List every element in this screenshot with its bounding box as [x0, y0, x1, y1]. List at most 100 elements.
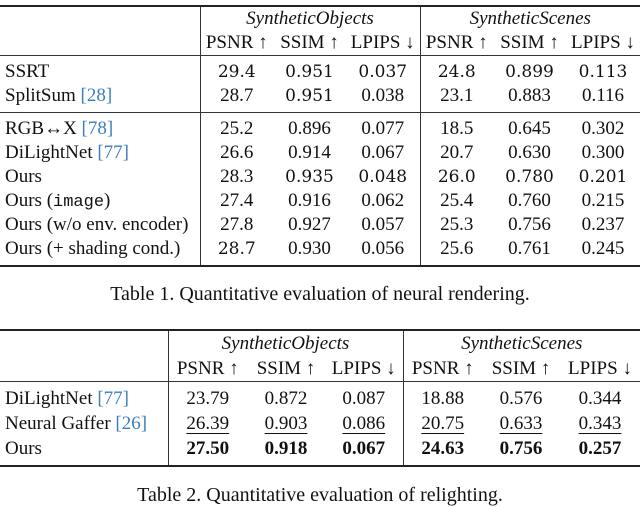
method-label: Neural Gaffer [5, 412, 116, 434]
metric-value: 0.761 [508, 238, 551, 259]
metric-value: 0.883 [508, 85, 551, 106]
metric-lpips: LPIPS ↓ [568, 357, 632, 379]
metric-value-text: 0.257 [578, 437, 622, 459]
method-name: SplitSum [28] [0, 84, 200, 108]
metric-value-text: 0.576 [499, 387, 543, 409]
metric-value: 0.760 [508, 190, 551, 211]
metric-value-text: 0.633 [499, 412, 543, 434]
metric-ssim: SSIM ↑ [280, 32, 339, 53]
metric-value-text: 18.88 [421, 387, 465, 409]
method-label: Ours (+ shading cond.) [5, 238, 181, 259]
table-row: Neural Gaffer [26] 26.39 0.903 0.086 20.75 0.… [0, 411, 640, 436]
metric-value: 0.067 [361, 142, 405, 163]
metric-value-text: 20.75 [421, 412, 465, 434]
method-name: DiLightNet [77] [0, 141, 200, 165]
metric-value: 0.237 [581, 214, 625, 235]
method-label: SplitSum [5, 85, 81, 106]
method-name: DiLightNet [77] [0, 386, 168, 411]
metric-value: 0.245 [581, 238, 625, 259]
metric-value-text: 0.872 [264, 387, 308, 409]
metric-value: 18.5 [419, 117, 493, 141]
group-synthetic-objects: SyntheticObjects [199, 6, 420, 31]
table-2-caption: Table 2. Quantitative evaluation of reli… [137, 484, 503, 506]
citation-link: [77] [97, 387, 130, 409]
metric-value: 0.113 [578, 62, 628, 82]
metric-value: 23.1 [419, 84, 493, 108]
method-variant-code: image [53, 193, 105, 212]
citation-link: [26] [115, 412, 148, 434]
metric-psnr: PSNR ↑ [167, 356, 247, 382]
method-label: DiLightNet [5, 387, 98, 409]
metric-value: 20.7 [419, 141, 493, 165]
method-name: Ours (+ shading cond.) [0, 237, 200, 261]
metric-value-text: 0.903 [264, 412, 308, 434]
table-row: DiLightNet [77] 23.79 0.872 0.087 18.88 0.576… [0, 386, 640, 411]
metric-value: 0.756 [482, 436, 560, 461]
metric-value: 0.067 [325, 436, 403, 461]
metric-value: 25.6 [419, 237, 493, 261]
metric-value: 0.630 [508, 142, 551, 163]
table-row: Ours (+ shading cond.) 28.7 0.930 0.056 25.6… [0, 237, 640, 261]
method-label: SSRT [5, 61, 50, 82]
table-row: Ours 27.50 0.918 0.067 24.63 0.756 0.257 [0, 436, 640, 461]
metric-value: 27.50 [167, 436, 247, 461]
method-label: RGB↔X [5, 118, 82, 139]
metric-value: 26.39 [167, 411, 247, 436]
method-label: Ours (w/o env. encoder) [5, 214, 189, 235]
metric-ssim: SSIM ↑ [256, 357, 316, 379]
method-name: RGB↔X [78] [0, 117, 200, 141]
metric-value: 0.056 [361, 238, 405, 259]
metric-value: 0.037 [358, 62, 408, 82]
metric-value: 0.302 [581, 118, 625, 139]
metric-value: 0.116 [581, 85, 625, 106]
metric-value: 0.057 [361, 214, 405, 235]
metric-value: 0.935 [285, 167, 334, 187]
metric-value-text: 0.344 [578, 387, 622, 409]
group-synthetic-objects: SyntheticObjects [167, 330, 403, 356]
metric-value: 25.3 [419, 213, 493, 237]
metric-value: 0.918 [247, 436, 325, 461]
method-name: Neural Gaffer [26] [0, 411, 168, 436]
method-label: Ours [5, 437, 42, 459]
metric-ssim: SSIM ↑ [500, 32, 559, 53]
method-name: Ours [0, 436, 168, 461]
metric-value: 26.0 [419, 165, 493, 189]
metric-value: 25.2 [199, 117, 273, 141]
method-label: DiLightNet [5, 142, 98, 163]
metric-value: 0.086 [325, 411, 403, 436]
metric-value: 18.88 [402, 386, 482, 411]
metric-value: 25.4 [419, 189, 493, 213]
group-synthetic-scenes: SyntheticScenes [402, 330, 640, 356]
table-1-caption: Table 1. Quantitative evaluation of neur… [110, 283, 530, 305]
citation-link: [28] [80, 85, 113, 106]
method-suffix: ) [104, 190, 111, 211]
metric-value: 0.038 [361, 85, 405, 106]
method-name: Ours (w/o env. encoder) [0, 213, 200, 237]
metric-psnr: PSNR ↑ [199, 31, 273, 56]
metric-value-text: 23.79 [186, 387, 230, 409]
metric-value: 0.951 [285, 86, 334, 106]
metric-value: 0.062 [361, 190, 405, 211]
metric-value: 23.79 [167, 386, 247, 411]
metric-value: 0.077 [361, 118, 405, 139]
table-1-neural-rendering: SyntheticObjects SyntheticScenes PSNR ↑ … [0, 5, 640, 267]
metric-value: 27.8 [199, 213, 273, 237]
metric-value: 0.899 [505, 62, 554, 82]
metric-value: 0.201 [578, 167, 628, 187]
metric-psnr: PSNR ↑ [402, 356, 482, 382]
metric-value: 0.048 [358, 167, 408, 187]
metric-value-text: 26.39 [186, 412, 230, 434]
metric-value: 0.576 [482, 386, 560, 411]
metric-value-text: 0.918 [264, 437, 308, 459]
metric-value: 0.780 [505, 167, 554, 187]
metric-value: 0.087 [325, 386, 403, 411]
metric-value: 0.914 [288, 142, 331, 163]
metric-value: 0.872 [247, 386, 325, 411]
metric-value: 0.916 [288, 190, 331, 211]
metric-value-text: 0.756 [499, 437, 543, 459]
table-row: SplitSum [28] 28.7 0.951 0.038 23.1 0.883 0.11… [0, 84, 640, 108]
metric-value: 0.927 [288, 214, 331, 235]
group-synthetic-scenes: SyntheticScenes [419, 6, 640, 31]
metric-value-text: 0.343 [578, 412, 622, 434]
table-row: Ours 28.3 0.935 0.048 26.0 0.780 0.201 [0, 165, 640, 189]
